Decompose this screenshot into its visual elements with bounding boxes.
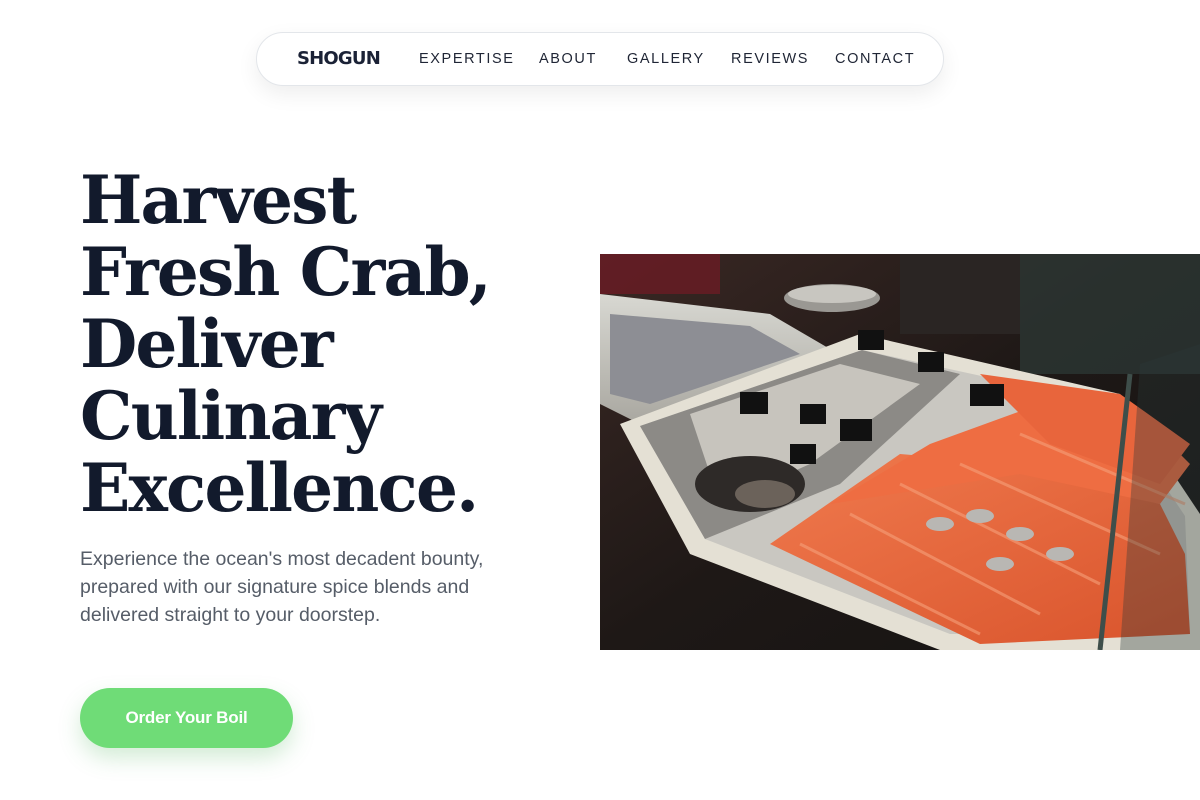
hero-title-line: Culinary (80, 377, 382, 455)
hero-subtitle: Experience the ocean's most decadent bou… (80, 548, 484, 626)
nav-link-expertise[interactable]: EXPERTISE (419, 51, 515, 67)
hero-title-line: Deliver (80, 305, 334, 383)
hero-title-line: Fresh Crab, (80, 233, 492, 311)
seafood-display-image (600, 254, 1200, 650)
hero-title-line: Excellence. (80, 449, 479, 527)
top-navigation: SHOGUN EXPERTISE ABOUT GALLERY REVIEWS C… (256, 32, 944, 86)
nav-link-reviews[interactable]: REVIEWS (731, 51, 809, 67)
order-your-boil-button[interactable]: Order Your Boil (80, 688, 293, 748)
nav-link-about[interactable]: ABOUT (539, 51, 597, 67)
nav-link-contact[interactable]: CONTACT (835, 51, 915, 67)
nav-link-gallery[interactable]: GALLERY (627, 51, 705, 67)
nav-links: EXPERTISE ABOUT GALLERY REVIEWS CONTACT (257, 33, 943, 87)
hero-title-line: Harvest (80, 161, 357, 239)
hero-title: Harvest Fresh Crab, Deliver Culinary Exc… (80, 164, 540, 524)
